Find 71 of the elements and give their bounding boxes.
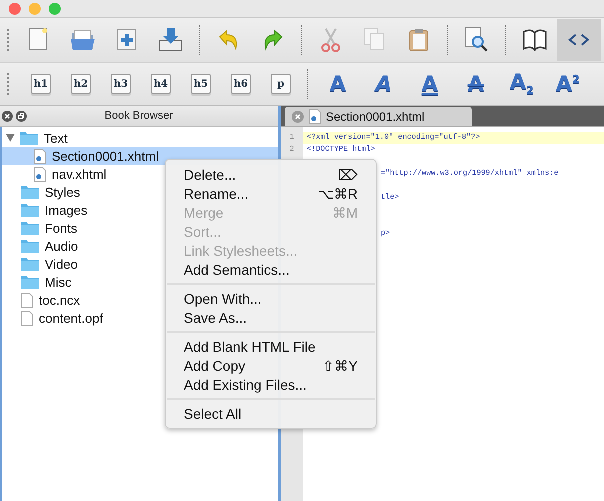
subscript-button[interactable]: A$_{2}$	[499, 70, 545, 98]
folder-icon	[21, 257, 39, 271]
download-tray-icon	[157, 27, 185, 53]
shortcut: ⌦	[338, 166, 358, 182]
open-folder-icon	[70, 29, 96, 51]
code-brackets-icon	[568, 33, 590, 47]
shortcut: ⌘M	[332, 204, 358, 220]
disclosure-triangle-icon[interactable]	[6, 134, 15, 142]
folder-icon	[21, 275, 39, 289]
shortcut: ⌥⌘R	[318, 186, 358, 202]
shortcut: ⇧⌘Y	[322, 358, 358, 374]
folder-icon	[21, 239, 39, 253]
menu-item-label: Sort...	[184, 224, 222, 240]
menu-item-label: Add Copy	[184, 358, 246, 374]
menu-item-label: Open With...	[184, 290, 262, 306]
underline-button[interactable]: A	[407, 72, 453, 96]
float-panel-icon[interactable]	[16, 110, 27, 122]
menu-item-label: Add Semantics...	[184, 262, 290, 278]
file-icon	[21, 292, 33, 308]
menu-item-label: Delete...	[184, 166, 236, 182]
menu-item-label: Save As...	[184, 310, 248, 326]
tree-item[interactable]: Text	[2, 129, 278, 147]
heading-button[interactable]: h2	[71, 74, 91, 94]
web-file-icon	[34, 166, 46, 182]
menu-item-label: Add Existing Files...	[184, 376, 307, 392]
menu-item-label: Rename...	[184, 186, 249, 202]
heading-button[interactable]: h3	[111, 74, 131, 94]
menu-item-label: Merge	[184, 204, 224, 220]
menu-item[interactable]: Delete... ⌦	[166, 165, 376, 184]
editor-tab[interactable]: Section0001.xhtml	[285, 107, 472, 126]
heading-button[interactable]: h5	[191, 74, 211, 94]
folder-icon	[21, 185, 39, 199]
folder-icon	[20, 131, 38, 145]
blank-page-icon	[29, 28, 49, 52]
search-icon	[465, 27, 489, 53]
menu-item-label: Link Stylesheets...	[184, 242, 298, 258]
window-zoom-button[interactable]	[49, 2, 61, 14]
window-close-button[interactable]	[9, 2, 21, 14]
menu-item-label: Select All	[184, 406, 242, 422]
heading-button[interactable]: h1	[31, 74, 51, 94]
panel-title: Book Browser	[104, 110, 174, 122]
menu-item-label: Add Blank HTML File	[184, 338, 316, 354]
superscript-button[interactable]: A$^{2}$	[545, 72, 591, 96]
web-file-icon	[34, 148, 46, 164]
scissors-icon	[321, 27, 341, 53]
web-file-icon	[309, 109, 321, 124]
open-book-icon	[522, 29, 548, 51]
menu-item[interactable]: Add Existing Files...	[166, 375, 376, 394]
menu-item[interactable]: Select All	[166, 404, 376, 423]
strike-button[interactable]: A	[453, 72, 499, 96]
menu-item[interactable]: Add Copy ⇧⌘Y	[166, 356, 376, 375]
plus-icon	[117, 29, 137, 51]
heading-button[interactable]: p	[271, 74, 291, 94]
copy-pages-icon	[364, 28, 386, 52]
folder-icon	[21, 203, 39, 217]
italic-button[interactable]: A	[361, 72, 407, 96]
folder-icon	[21, 221, 39, 235]
heading-button[interactable]: h6	[231, 74, 251, 94]
menu-item[interactable]: Add Blank HTML File	[166, 337, 376, 356]
heading-button[interactable]: h4	[151, 74, 171, 94]
code-view-button[interactable]	[557, 19, 601, 61]
menu-item[interactable]: Rename... ⌥⌘R	[166, 184, 376, 203]
menu-item[interactable]: Add Semantics...	[166, 260, 376, 279]
bold-button[interactable]: A	[315, 72, 361, 96]
redo-arrow-icon	[262, 29, 284, 51]
file-icon	[21, 310, 33, 326]
menu-item[interactable]: Open With...	[166, 289, 376, 308]
clipboard-icon	[409, 28, 429, 52]
undo-arrow-icon	[218, 29, 240, 51]
close-icon[interactable]	[2, 110, 13, 122]
menu-item[interactable]: Save As...	[166, 308, 376, 327]
